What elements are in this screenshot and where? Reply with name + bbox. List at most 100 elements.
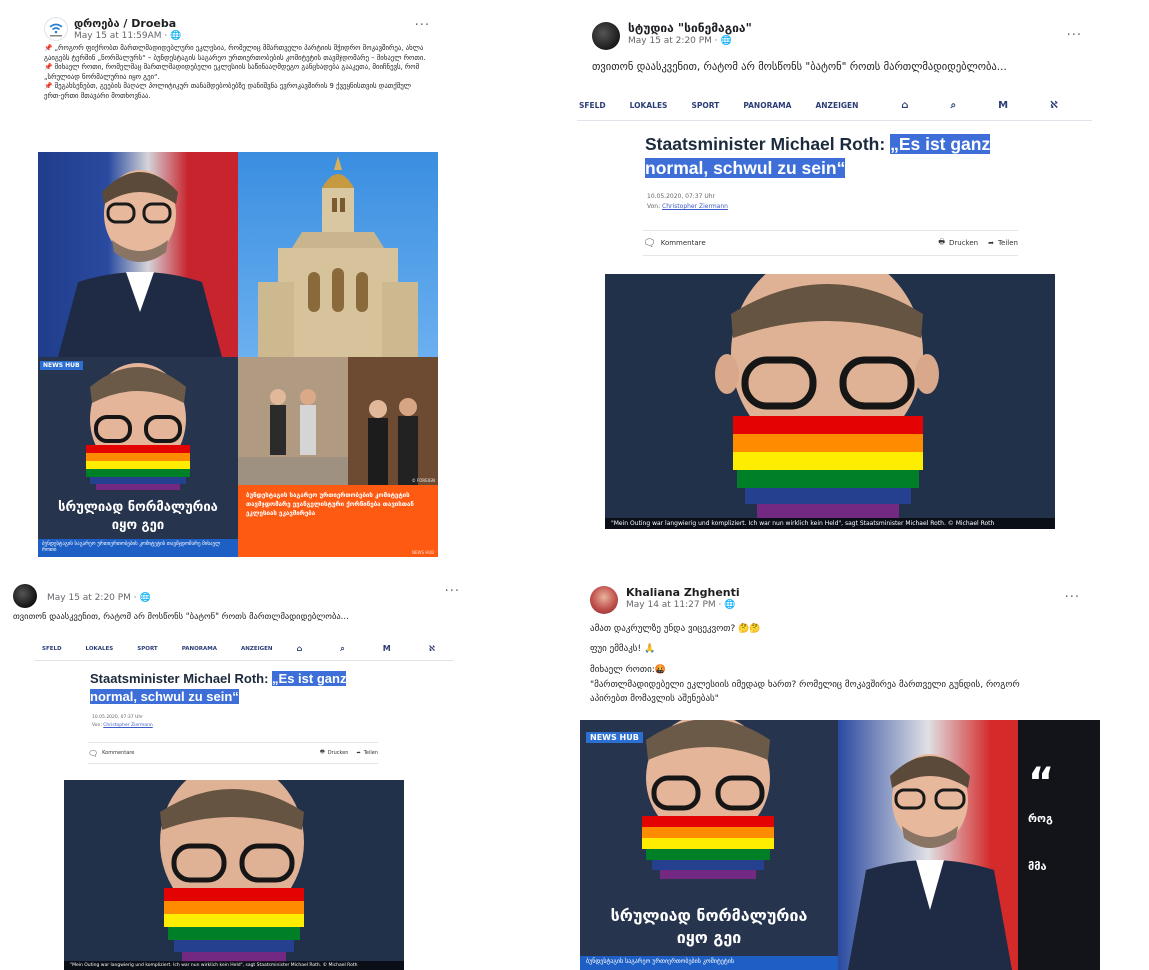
banner-text: სრულიად ნორმალურია იყო გეი: [610, 906, 808, 947]
post1-collage[interactable]: NEWS HUB სრულიად ნორმალურია იყო გეი ბუნდ…: [38, 152, 438, 557]
comment-icon[interactable]: 🗨: [643, 238, 656, 249]
newshub-badge: NEWS HUB: [40, 361, 83, 370]
post4-collage[interactable]: NEWS HUB სრულიად ნორმალურია იყო გეი ბუნდ…: [580, 720, 1100, 970]
post-droeba: დროება / Droeba May 15 at 11:59AM · 🌐 ··…: [38, 12, 440, 557]
nav-anzeigen[interactable]: ANZEIGEN: [241, 646, 273, 652]
nav-panorama[interactable]: PANORAMA: [743, 101, 791, 110]
more-options-icon[interactable]: ···: [415, 18, 430, 33]
photo-roth-flag[interactable]: [38, 152, 238, 357]
post2-author[interactable]: სტუდია "სინემაგია": [628, 22, 752, 35]
print-link[interactable]: Drucken: [328, 750, 349, 756]
article-by-label: Von:: [92, 723, 104, 728]
article-date: 10.05.2020, 07:37 Uhr: [92, 715, 144, 720]
quote-text-2: მმა: [1028, 860, 1047, 873]
post2-time[interactable]: May 15 at 2:20 PM ·: [628, 36, 721, 46]
article-meta: 10.05.2020, 07:37 Uhr Von: Christopher Z…: [647, 192, 728, 212]
print-icon[interactable]: 🖶: [938, 238, 945, 249]
comments-link[interactable]: Kommentare: [102, 750, 134, 756]
article-photo-caption: "Mein Outing war langwierig und komplizi…: [605, 518, 1055, 529]
article-author-link[interactable]: Christopher Ziermann: [662, 203, 728, 210]
headline-highlight-1: „Es ist ganz: [890, 134, 991, 154]
post4-time[interactable]: May 14 at 11:27 PM ·: [626, 600, 724, 610]
post1-time[interactable]: May 15 at 11:59AM ·: [74, 31, 170, 41]
nav-sfeld[interactable]: SFELD: [579, 101, 606, 110]
article-date: 10.05.2020, 07:37 Uhr: [647, 193, 716, 200]
article-photo-roth-mask[interactable]: "Mein Outing war langwierig und komplizi…: [64, 762, 404, 970]
nav-anzeigen[interactable]: ANZEIGEN: [815, 101, 858, 110]
post2-text: თვითონ დაასკვენით, რატომ არ მოსწონს "ბატ…: [592, 61, 1007, 73]
globe-icon: 🌐: [139, 593, 151, 603]
globe-icon: 🌐: [724, 600, 736, 610]
print-icon[interactable]: 🖶: [320, 749, 325, 757]
article-actions: 🗨 Kommentare 🖶 Drucken ➦ Teilen: [88, 742, 378, 764]
headline-plain: Staatsminister Michael Roth:: [645, 134, 891, 154]
droeba-avatar[interactable]: [44, 17, 68, 41]
search-icon[interactable]: ⌕: [950, 100, 956, 111]
article-screenshot-large[interactable]: SFELD LOKALES SPORT PANORAMA ANZEIGEN ⌂ …: [577, 90, 1092, 534]
nav-panorama[interactable]: PANORAMA: [182, 646, 217, 652]
share-link[interactable]: Teilen: [998, 239, 1018, 247]
home-icon[interactable]: ⌂: [901, 100, 908, 111]
home-icon[interactable]: ⌂: [297, 644, 303, 654]
photo-wedding[interactable]: © FOREIGN: [238, 357, 438, 485]
share-link[interactable]: Teilen: [364, 750, 378, 756]
nav-sport[interactable]: SPORT: [691, 101, 719, 110]
article-headline: Staatsminister Michael Roth: „Es ist gan…: [645, 132, 1025, 180]
photo-roth-flag[interactable]: [838, 720, 1018, 970]
menu-icon[interactable]: M: [998, 100, 1008, 111]
post-cinemagia: სტუდია "სინემაგია" May 15 at 2:20 PM · 🌐…: [577, 14, 1092, 534]
headline-highlight-2: normal, schwul zu sein“: [90, 689, 239, 704]
cinemagia-avatar[interactable]: [592, 22, 620, 50]
user-icon[interactable]: ℵ: [429, 644, 435, 654]
article-photo-caption: "Mein Outing war langwierig und komplizi…: [64, 961, 404, 970]
orange-box-tag: NEWS HUB: [412, 550, 434, 555]
quote-panel[interactable]: “ როგ მმა: [1018, 720, 1100, 970]
post4-author[interactable]: Khaliana Zhghenti: [626, 586, 740, 599]
photo-cathedral[interactable]: [238, 152, 438, 357]
quote-text-1: როგ: [1028, 812, 1053, 825]
article-meta: 10.05.2020, 07:37 Uhr Von: Christopher Z…: [92, 714, 153, 730]
comment-icon[interactable]: 🗨: [88, 749, 98, 758]
post1-author[interactable]: დროება / Droeba: [74, 17, 181, 30]
print-link[interactable]: Drucken: [949, 239, 978, 247]
banner-subtitle: ბუნდესტაგის საგარეო ურთიერთობების კომიტე…: [38, 539, 238, 557]
photo-roth-mask[interactable]: NEWS HUB სრულიად ნორმალურია იყო გეი ბუნდ…: [38, 357, 238, 557]
globe-icon: 🌐: [720, 36, 732, 46]
newshub-badge: NEWS HUB: [586, 732, 643, 743]
comments-link[interactable]: Kommentare: [661, 239, 706, 247]
more-options-icon[interactable]: ···: [1067, 28, 1082, 43]
post3-avatar[interactable]: [13, 584, 37, 608]
article-author-link[interactable]: Christopher Ziermann: [103, 723, 152, 728]
photo-roth-mask[interactable]: NEWS HUB სრულიად ნორმალურია იყო გეი ბუნდ…: [580, 720, 838, 970]
article-actions: 🗨 Kommentare 🖶 Drucken ➦ Teilen: [643, 230, 1018, 256]
headline-plain: Staatsminister Michael Roth:: [90, 671, 273, 686]
more-options-icon[interactable]: ···: [445, 584, 460, 599]
more-options-icon[interactable]: ···: [1065, 590, 1080, 605]
article-by-label: Von:: [647, 203, 663, 210]
nav-lokales[interactable]: LOKALES: [630, 101, 668, 110]
article-nav: SFELD LOKALES SPORT PANORAMA ANZEIGEN ⌂ …: [34, 638, 454, 661]
post1-text: 📌 „როგორ ფიქრობთ მართლმადიდებლური ეკლესი…: [44, 44, 426, 100]
banner-subtitle: ბუნდესტაგის საგარეო ურთიერთობების კომიტე…: [580, 956, 838, 970]
user-icon[interactable]: ℵ: [1050, 100, 1058, 111]
share-icon[interactable]: ➦: [356, 750, 360, 756]
post4-line4: "მართლმადიდებელი ეკლესიის იმედად ხართ? რ…: [590, 680, 1020, 704]
headline-highlight-2: normal, schwul zu sein“: [645, 158, 846, 178]
post4-line2: ფუი ემმაკს! 🙏: [590, 644, 656, 654]
share-icon[interactable]: ➦: [988, 239, 994, 247]
quote-mark-icon: “: [1028, 760, 1055, 806]
nav-sfeld[interactable]: SFELD: [42, 646, 62, 652]
nav-lokales[interactable]: LOKALES: [86, 646, 114, 652]
headline-highlight-1: „Es ist ganz: [272, 671, 347, 686]
khaliana-avatar[interactable]: [590, 586, 618, 614]
wifi-logo-icon: [49, 23, 63, 37]
search-icon[interactable]: ⌕: [340, 644, 344, 654]
post3-time[interactable]: May 15 at 2:20 PM ·: [47, 593, 140, 603]
article-photo-roth-mask[interactable]: "Mein Outing war langwierig und komplizi…: [605, 250, 1055, 529]
post4-line1: ამათ დაკრულზე უნდა ვიცეკვოთ? 🤔🤔: [590, 624, 761, 634]
menu-icon[interactable]: M: [383, 644, 391, 654]
nav-sport[interactable]: SPORT: [137, 646, 157, 652]
article-headline: Staatsminister Michael Roth: „Es ist gan…: [90, 670, 390, 706]
article-screenshot-small[interactable]: SFELD LOKALES SPORT PANORAMA ANZEIGEN ⌂ …: [34, 638, 454, 970]
orange-info-box[interactable]: ბუნდესტაგის საგარეო ურთიერთობების კომიტე…: [238, 485, 438, 557]
